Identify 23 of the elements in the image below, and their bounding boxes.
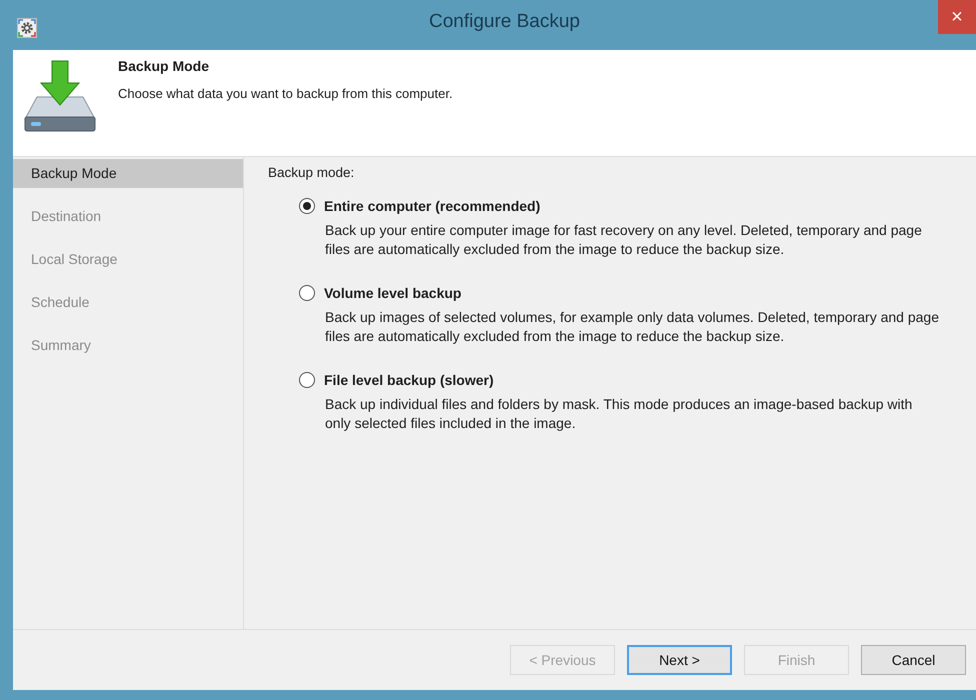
step-item[interactable]: Destination bbox=[13, 202, 243, 231]
dialog-button[interactable]: Cancel bbox=[861, 645, 966, 675]
option-label[interactable]: Volume level backup bbox=[324, 285, 462, 301]
radio-button[interactable] bbox=[299, 372, 315, 388]
page-title: Backup Mode bbox=[118, 58, 210, 74]
gear-icon bbox=[17, 18, 37, 38]
step-item[interactable]: Schedule bbox=[13, 288, 243, 317]
option-description: Back up images of selected volumes, for example only data volumes. Deleted, temporary and page files are automatically excluded from the image to reduce the backup size. bbox=[325, 308, 940, 346]
radio-button[interactable] bbox=[299, 198, 315, 214]
option-label[interactable]: File level backup (slower) bbox=[324, 372, 494, 388]
drive-download-icon bbox=[23, 59, 97, 133]
step-item[interactable]: Summary bbox=[13, 331, 243, 360]
window-title: Configure Backup bbox=[428, 11, 580, 33]
section-label: Backup mode: bbox=[268, 165, 356, 180]
option-label[interactable]: Entire computer (recommended) bbox=[324, 198, 540, 214]
page-subtitle: Choose what data you want to backup from this computer. bbox=[118, 86, 453, 101]
radio-button[interactable] bbox=[299, 285, 315, 301]
option-description: Back up your entire computer image for fast recovery on any level. Deleted, temporary and page files are automatically excluded from the image to reduce the backup size. bbox=[325, 221, 923, 259]
step-item[interactable]: Local Storage bbox=[13, 245, 243, 274]
option-description: Back up individual files and folders by mask. This mode produces an image-based backup with only selected files included in the image. bbox=[325, 395, 914, 433]
dialog-button[interactable]: Next > bbox=[627, 645, 732, 675]
step-item[interactable]: Backup Mode bbox=[13, 159, 243, 188]
close-button[interactable]: × bbox=[938, 0, 976, 34]
